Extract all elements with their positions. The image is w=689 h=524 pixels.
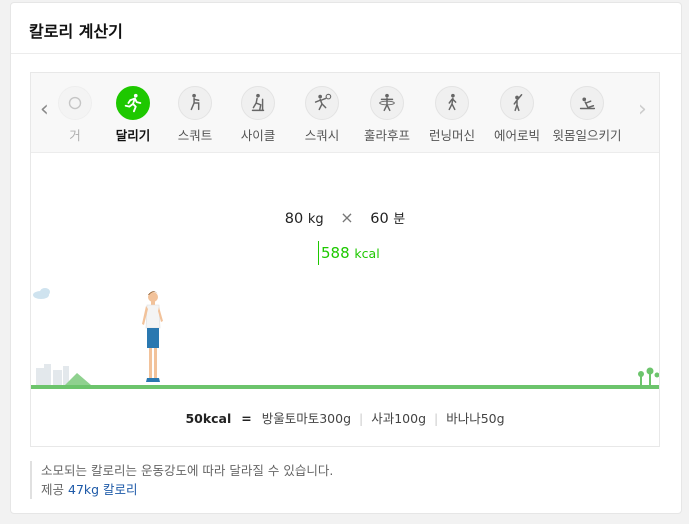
- weight-unit: kg: [307, 212, 324, 227]
- equiv-item: 방울토마토300g: [261, 411, 352, 426]
- duration-value[interactable]: 60: [370, 211, 388, 227]
- times-icon: ×: [340, 208, 354, 227]
- equiv-item: 바나나50g: [446, 411, 505, 426]
- exercise-label: 윗몸일으키기: [552, 128, 622, 143]
- kcal-value: 588: [321, 244, 350, 262]
- ground-line: [31, 385, 659, 389]
- widget-title: 칼로리 계산기: [29, 22, 123, 41]
- treadmill-icon: [435, 86, 469, 120]
- exercise-item-aerobics[interactable]: 에어로빅: [477, 86, 557, 144]
- cloud-icon: [33, 288, 50, 299]
- kcal-result: 588 kcal: [318, 241, 380, 265]
- buildings-icon: [36, 364, 69, 385]
- tree-icon: [638, 367, 660, 385]
- situp-icon: [570, 86, 604, 120]
- scene-illustration: [33, 288, 660, 385]
- food-equivalents: 50kcal = 방울토마토300g | 사과100g | 바나나50g: [31, 408, 659, 427]
- equiv-equals: =: [241, 411, 252, 426]
- illustration-scene: [31, 278, 660, 390]
- note-line: 소모되는 칼로리는 운동강도에 따라 달라질 수 있습니다.: [41, 463, 334, 478]
- cycle-icon: [241, 86, 275, 120]
- cycling-partial-icon: [58, 86, 92, 120]
- divider: [11, 53, 681, 54]
- squat-icon: [178, 86, 212, 120]
- calculator-panel: ‹ 거 달리기 스쿼트 사이클 스쿼시 훌라후프 런닝머신 에어로빅 윗몸일으키…: [30, 72, 660, 447]
- separator: |: [359, 411, 364, 426]
- equiv-item: 사과100g: [371, 411, 427, 426]
- provider-line: 제공 47kg 칼로리: [41, 480, 333, 499]
- calorie-calculator-card: 칼로리 계산기 ‹ 거 달리기 스쿼트 사이클 스쿼시 훌라후프 런닝머신 에어…: [10, 2, 682, 514]
- squash-icon: [305, 86, 339, 120]
- person-icon: [142, 291, 163, 382]
- aerobics-icon: [500, 86, 534, 120]
- kcal-unit: kcal: [354, 246, 380, 261]
- weight-value[interactable]: 80: [285, 211, 303, 227]
- exercise-carousel: ‹ 거 달리기 스쿼트 사이클 스쿼시 훌라후프 런닝머신 에어로빅 윗몸일으키…: [31, 73, 659, 153]
- carousel-next-button[interactable]: ›: [638, 99, 647, 121]
- exercise-label: 에어로빅: [493, 128, 540, 143]
- equiv-base: 50kcal: [185, 411, 232, 426]
- exercise-item-situp[interactable]: 윗몸일으키기: [547, 86, 627, 144]
- running-icon: [116, 86, 150, 120]
- duration-unit: 분: [393, 212, 406, 227]
- provider-link[interactable]: 47kg 칼로리: [68, 482, 138, 497]
- provider-prefix: 제공: [41, 482, 65, 497]
- calculation-row: 80 kg × 60 분: [31, 208, 659, 227]
- separator: |: [434, 411, 439, 426]
- disclaimer-note: 소모되는 칼로리는 운동강도에 따라 달라질 수 있습니다. 제공 47kg 칼…: [30, 461, 333, 499]
- hula-hoop-icon: [370, 86, 404, 120]
